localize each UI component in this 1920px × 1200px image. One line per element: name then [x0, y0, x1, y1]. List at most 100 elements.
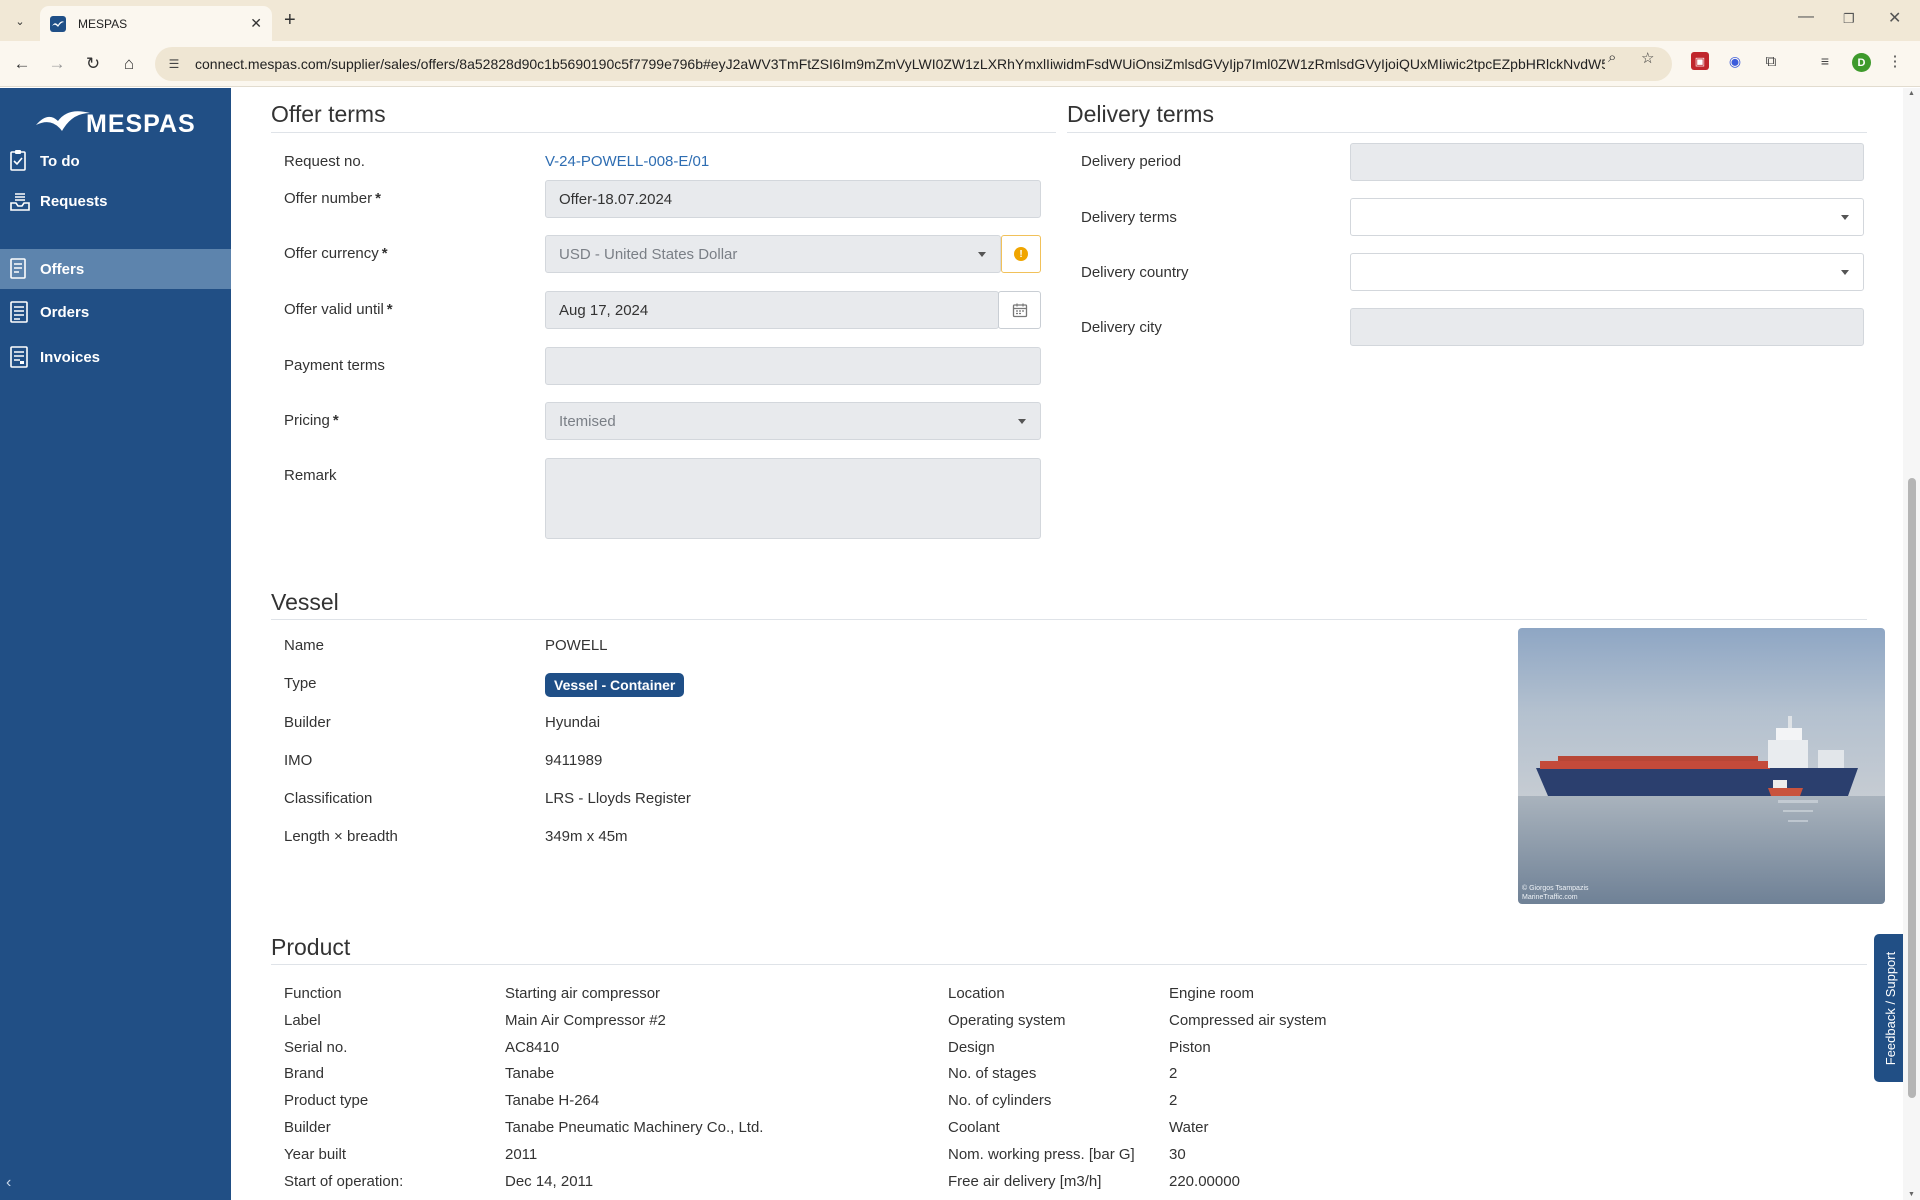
- product-heading: Product: [271, 934, 351, 960]
- scroll-down-icon[interactable]: ▼: [1908, 1191, 1915, 1198]
- mespas-logo[interactable]: MESPAS: [34, 104, 196, 139]
- sidebar-item-orders[interactable]: Orders: [0, 292, 231, 332]
- product-field-label: Free air delivery [m3/h]: [948, 1172, 1102, 1190]
- media-control-icon[interactable]: ≡: [1816, 52, 1834, 70]
- section-divider: [271, 619, 1867, 620]
- remark-textarea[interactable]: [545, 458, 1041, 539]
- product-field-value: Dec 14, 2011: [505, 1172, 594, 1190]
- profile-avatar[interactable]: D: [1852, 53, 1871, 72]
- vessel-classification-label: Classification: [284, 790, 373, 807]
- payment-terms-label: Payment terms: [284, 357, 385, 374]
- pricing-select[interactable]: Itemised: [545, 402, 1041, 440]
- sidebar-item-label: Invoices: [40, 348, 101, 366]
- product-field-label: Start of operation:: [284, 1172, 404, 1190]
- forward-icon[interactable]: →: [45, 52, 69, 76]
- product-field-value: Main Air Compressor #2: [505, 1011, 666, 1029]
- new-tab-icon[interactable]: +: [284, 9, 296, 32]
- offer-currency-select[interactable]: USD - United States Dollar: [545, 235, 1001, 273]
- address-bar[interactable]: ☰ connect.mespas.com/supplier/sales/offe…: [155, 47, 1672, 81]
- offer-currency-label: Offer currency *: [284, 245, 388, 262]
- restore-icon[interactable]: ❐: [1843, 11, 1855, 27]
- sidebar-item-invoices[interactable]: Invoices: [0, 337, 231, 377]
- required-marker: *: [386, 301, 393, 318]
- product-field-value: Tanabe Pneumatic Machinery Co., Ltd.: [505, 1119, 764, 1136]
- product-field-label: No. of cylinders: [948, 1092, 1052, 1110]
- product-field-label: Serial no.: [284, 1038, 348, 1056]
- logo-text: MESPAS: [86, 110, 196, 138]
- tab-search-icon[interactable]: ⌄: [10, 11, 30, 31]
- tab-title: MESPAS: [78, 16, 128, 31]
- currency-warning-button[interactable]: !: [1001, 235, 1041, 273]
- vessel-builder-label: Builder: [284, 714, 331, 731]
- product-field-value: 220.00000: [1169, 1172, 1240, 1190]
- sidebar-item-label: To do: [40, 152, 80, 170]
- offer-terms-heading: Offer terms: [271, 101, 386, 127]
- product-field-label: Label: [284, 1011, 321, 1029]
- reload-icon[interactable]: ↻: [81, 52, 105, 76]
- request-no-link[interactable]: V-24-POWELL-008-E/01: [545, 153, 709, 170]
- browser-tab[interactable]: MESPAS ✕: [40, 6, 272, 41]
- required-marker: *: [332, 412, 339, 429]
- payment-terms-field[interactable]: [545, 347, 1041, 385]
- warning-icon: !: [1014, 247, 1028, 261]
- sidebar-item-requests[interactable]: Requests: [0, 181, 231, 221]
- tab-close-icon[interactable]: ✕: [250, 15, 262, 32]
- url-text[interactable]: connect.mespas.com/supplier/sales/offers…: [195, 56, 1605, 72]
- collapse-sidebar-icon[interactable]: ‹: [6, 1174, 11, 1192]
- product-field-value: 30: [1169, 1145, 1186, 1163]
- browser-menu-icon[interactable]: ⋮: [1886, 52, 1904, 70]
- order-list-icon: [8, 300, 30, 324]
- required-marker: *: [375, 190, 381, 207]
- extension-circle-icon[interactable]: ◉: [1726, 52, 1744, 70]
- product-field-value: Compressed air system: [1169, 1011, 1327, 1029]
- section-divider: [1067, 132, 1867, 133]
- calendar-button[interactable]: [998, 291, 1041, 329]
- page-scrollbar[interactable]: ▲ ▼: [1903, 88, 1920, 1200]
- product-field-label: Nom. working press. [bar G]: [948, 1145, 1135, 1163]
- scrollbar-thumb[interactable]: [1908, 478, 1916, 1098]
- calendar-icon: [1012, 303, 1027, 318]
- bookmark-star-icon[interactable]: ☆: [1641, 49, 1654, 67]
- site-info-icon[interactable]: ☰: [165, 55, 183, 73]
- section-divider: [271, 964, 1867, 965]
- minimize-icon[interactable]: —: [1798, 8, 1814, 26]
- section-divider: [271, 132, 1056, 133]
- delivery-country-select[interactable]: [1350, 253, 1864, 291]
- ship-photo-image: [1518, 628, 1885, 904]
- offer-number-field[interactable]: Offer-18.07.2024: [545, 180, 1041, 218]
- scroll-up-icon[interactable]: ▲: [1908, 90, 1915, 97]
- chevron-down-icon: [1018, 419, 1026, 424]
- browser-tab-strip: ⌄ MESPAS ✕ + — ❐ ✕: [0, 0, 1920, 41]
- chevron-down-icon: [978, 252, 986, 257]
- sidebar-item-label: Orders: [40, 303, 90, 321]
- window-close-icon[interactable]: ✕: [1888, 8, 1901, 28]
- product-field-label: Location: [948, 985, 1005, 1002]
- sidebar-item-offers[interactable]: Offers: [0, 249, 231, 289]
- currency-value: USD - United States Dollar: [559, 245, 738, 263]
- product-field-value: 2: [1169, 1065, 1178, 1083]
- pdf-extension-icon[interactable]: ▣: [1691, 52, 1709, 70]
- offer-valid-until-field[interactable]: Aug 17, 2024: [545, 291, 999, 329]
- product-field-value: Tanabe H-264: [505, 1092, 600, 1110]
- zoom-icon[interactable]: ⌕: [1608, 49, 1616, 66]
- vessel-photo[interactable]: © Giorgos Tsampazis MarineTraffic.com: [1518, 628, 1885, 904]
- home-icon[interactable]: ⌂: [117, 52, 141, 76]
- vessel-dimensions-label: Length × breadth: [284, 828, 398, 845]
- product-field-label: Builder: [284, 1119, 331, 1136]
- back-icon[interactable]: ←: [10, 52, 34, 76]
- extensions-puzzle-icon[interactable]: ⧉: [1762, 52, 1780, 70]
- offer-number-label: Offer number *: [284, 190, 381, 207]
- vessel-name-label: Name: [284, 637, 325, 654]
- product-field-label: Year built: [284, 1145, 346, 1163]
- vessel-imo-label: IMO: [284, 752, 313, 769]
- delivery-city-field[interactable]: [1350, 308, 1864, 346]
- main-content: Offer terms Request no. V-24-POWELL-008-…: [231, 88, 1903, 1200]
- mespas-bird-logo-icon: [36, 110, 90, 131]
- delivery-period-field[interactable]: [1350, 143, 1864, 181]
- sidebar-item-todo[interactable]: To do: [0, 141, 231, 181]
- delivery-terms-select[interactable]: [1350, 198, 1864, 236]
- mespas-favicon-icon: [50, 15, 66, 32]
- product-field-label: Operating system: [948, 1011, 1066, 1029]
- product-field-label: Function: [284, 985, 342, 1002]
- product-field-label: Brand: [284, 1065, 325, 1083]
